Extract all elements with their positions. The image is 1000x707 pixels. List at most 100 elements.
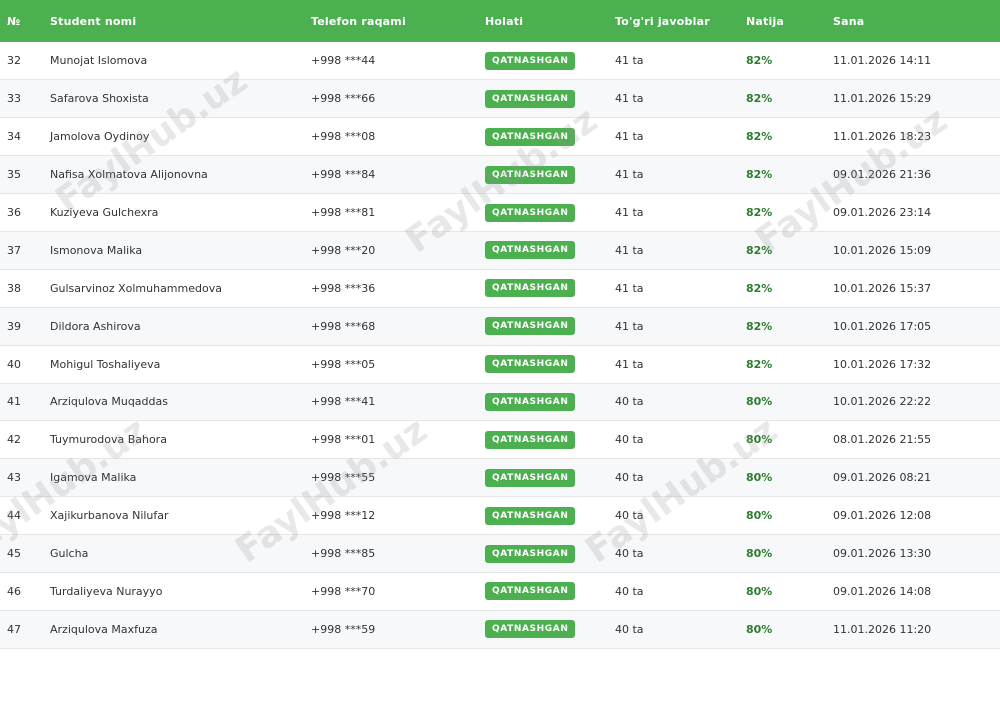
correct-answers-cell: 40 ta xyxy=(608,535,739,573)
student-name-cell: Gulcha xyxy=(43,535,304,573)
student-name-cell: Tuymurodova Bahora xyxy=(43,421,304,459)
phone-number: +998 ***85 xyxy=(311,547,376,561)
row-number: 37 xyxy=(7,243,21,257)
student-name-cell: Kuziyeva Gulchexra xyxy=(43,194,304,232)
header-date: Sana xyxy=(833,14,865,28)
phone-number: +998 ***41 xyxy=(311,395,376,409)
row-number: 39 xyxy=(7,319,21,333)
student-name: Gulsarvinoz Xolmuhammedova xyxy=(50,281,222,295)
row-number-cell: 41 xyxy=(0,383,43,421)
row-number: 42 xyxy=(7,433,21,447)
status-badge: QATNASHGAN xyxy=(485,430,576,449)
result-percent-cell: 80% xyxy=(739,497,826,535)
phone-number-cell: +998 ***59 xyxy=(304,610,478,648)
status-badge-cell: QATNASHGAN xyxy=(478,345,608,383)
student-name-cell: Arziqulova Maxfuza xyxy=(43,610,304,648)
result-percent-cell: 82% xyxy=(739,42,826,80)
submission-date: 11.01.2026 11:20 xyxy=(833,622,932,636)
row-number: 43 xyxy=(7,471,21,485)
phone-number-cell: +998 ***55 xyxy=(304,459,478,497)
submission-date: 10.01.2026 22:22 xyxy=(833,395,932,409)
student-name: Gulcha xyxy=(50,547,89,561)
status-badge: QATNASHGAN xyxy=(485,506,576,525)
result-percent: 80% xyxy=(746,547,773,561)
row-number-cell: 34 xyxy=(0,118,43,156)
submission-date-cell: 09.01.2026 13:30 xyxy=(826,535,1000,573)
phone-number: +998 ***81 xyxy=(311,206,376,219)
table-row: 33 Safarova Shoxista +998 ***66 QATNASHGAN 4… xyxy=(0,79,1000,118)
result-percent-cell: 80% xyxy=(739,459,826,497)
student-name: Xajikurbanova Nilufar xyxy=(50,509,169,523)
correct-answers-cell: 41 ta xyxy=(608,80,739,118)
phone-number: +998 ***05 xyxy=(311,357,376,371)
result-percent: 80% xyxy=(746,584,773,598)
phone-number: +998 ***84 xyxy=(311,168,376,182)
correct-answers-cell: 41 ta xyxy=(608,156,739,194)
correct-answers: 41 ta xyxy=(615,168,644,182)
phone-number: +998 ***55 xyxy=(311,471,376,485)
result-percent-cell: 82% xyxy=(739,307,826,345)
status-badge: QATNASHGAN xyxy=(485,89,576,108)
status-badge-cell: QATNASHGAN xyxy=(478,80,608,118)
row-number-cell: 33 xyxy=(0,80,43,118)
result-percent-cell: 80% xyxy=(739,610,826,648)
table-row: 39 Dildora Ashirova +998 ***68 QATNASHGAN 41… xyxy=(0,307,1000,346)
table-row: 35 Nafisa Xolmatova Alijonovna +998 ***84 Q… xyxy=(0,155,1000,194)
correct-answers: 41 ta xyxy=(615,54,644,68)
row-number: 44 xyxy=(7,509,21,523)
submission-date-cell: 08.01.2026 21:55 xyxy=(826,421,1000,459)
row-number: 32 xyxy=(7,54,21,68)
submission-date-cell: 09.01.2026 14:08 xyxy=(826,572,1000,610)
correct-answers: 41 ta xyxy=(615,130,644,144)
phone-number-cell: +998 ***66 xyxy=(304,80,478,118)
phone-number: +998 ***59 xyxy=(311,622,376,636)
status-badge: QATNASHGAN xyxy=(485,51,576,70)
correct-answers: 41 ta xyxy=(615,281,644,295)
student-name-cell: Arziqulova Muqaddas xyxy=(43,383,304,421)
correct-answers: 40 ta xyxy=(615,509,644,523)
status-badge-cell: QATNASHGAN xyxy=(478,610,608,648)
status-badge-cell: QATNASHGAN xyxy=(478,269,608,307)
student-name-cell: Gulsarvinoz Xolmuhammedova xyxy=(43,269,304,307)
correct-answers-cell: 40 ta xyxy=(608,383,739,421)
phone-number: +998 ***01 xyxy=(311,433,376,447)
row-number: 40 xyxy=(7,357,21,371)
submission-date-cell: 10.01.2026 17:32 xyxy=(826,345,1000,383)
status-badge-cell: QATNASHGAN xyxy=(478,383,608,421)
student-name: Safarova Shoxista xyxy=(50,92,149,106)
correct-answers: 40 ta xyxy=(615,622,644,636)
student-name-cell: Jamolova Oydinoy xyxy=(43,118,304,156)
submission-date-cell: 09.01.2026 08:21 xyxy=(826,459,1000,497)
table-row: 38 Gulsarvinoz Xolmuhammedova +998 ***36 QA… xyxy=(0,269,1000,308)
student-name-cell: Safarova Shoxista xyxy=(43,80,304,118)
submission-date-cell: 10.01.2026 15:37 xyxy=(826,269,1000,307)
status-badge: QATNASHGAN xyxy=(485,355,576,374)
phone-number: +998 ***12 xyxy=(311,509,376,523)
status-badge-cell: QATNASHGAN xyxy=(478,194,608,232)
row-number-cell: 44 xyxy=(0,497,43,535)
correct-answers-cell: 41 ta xyxy=(608,231,739,269)
result-percent: 82% xyxy=(746,168,773,182)
submission-date-cell: 11.01.2026 11:20 xyxy=(826,610,1000,648)
submission-date-cell: 11.01.2026 18:23 xyxy=(826,118,1000,156)
correct-answers: 41 ta xyxy=(615,206,644,219)
student-name-cell: Dildora Ashirova xyxy=(43,307,304,345)
student-name: Arziqulova Maxfuza xyxy=(50,622,158,636)
correct-answers-cell: 41 ta xyxy=(608,345,739,383)
result-percent-cell: 82% xyxy=(739,156,826,194)
row-number: 45 xyxy=(7,547,21,561)
correct-answers-cell: 40 ta xyxy=(608,610,739,648)
table-row: 32 Munojat Islomova +998 ***44 QATNASHGAN 41… xyxy=(0,42,1000,80)
status-badge-cell: QATNASHGAN xyxy=(478,307,608,345)
correct-answers: 40 ta xyxy=(615,547,644,561)
student-name-cell: Xajikurbanova Nilufar xyxy=(43,497,304,535)
row-number: 41 xyxy=(7,395,21,409)
status-badge: QATNASHGAN xyxy=(485,317,576,336)
table-body: 32 Munojat Islomova +998 ***44 QATNASHGAN 41… xyxy=(0,42,1000,649)
phone-number-cell: +998 ***44 xyxy=(304,42,478,80)
student-name: Tuymurodova Bahora xyxy=(50,433,167,447)
result-percent: 80% xyxy=(746,622,773,636)
phone-number-cell: +998 ***84 xyxy=(304,156,478,194)
row-number-cell: 43 xyxy=(0,459,43,497)
correct-answers-cell: 41 ta xyxy=(608,118,739,156)
